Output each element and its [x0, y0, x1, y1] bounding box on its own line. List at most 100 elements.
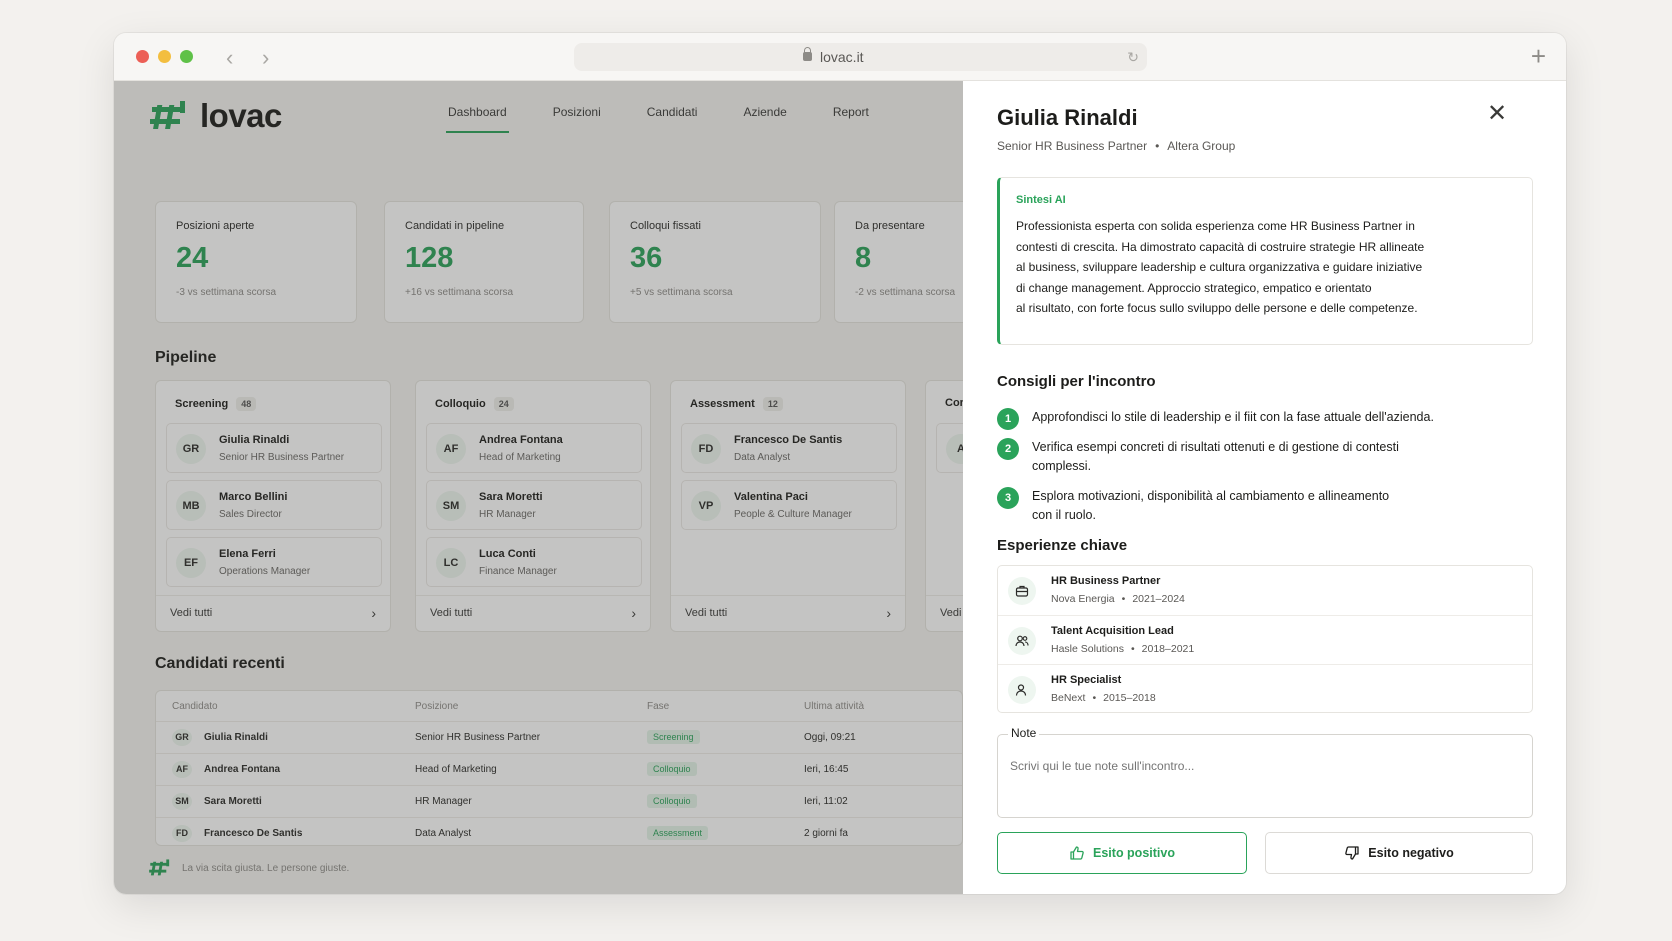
table-row[interactable]: GR Giulia Rinaldi Senior HR Business Par… [156, 721, 962, 753]
candidate-card[interactable]: GR Giulia Rinaldi Senior HR Business Partn… [166, 423, 382, 473]
candidate-name: Marco Bellini [219, 491, 288, 503]
pipeline-column-screening: Screening 48 GR Giulia Rinaldi Senior HR Bu… [155, 380, 391, 632]
candidate-card[interactable]: MB Marco Bellini Sales Director [166, 480, 382, 530]
candidate-role: People & Culture Manager [734, 509, 852, 520]
avatar: MB [176, 491, 206, 521]
ai-line: al business, sviluppare leadership e cul… [1016, 260, 1423, 274]
kpi-card-candidati[interactable]: Candidati in pipeline 128 +16 vs settima… [384, 201, 584, 323]
kpi-value: 128 [405, 242, 454, 274]
notes-label: Note [1008, 726, 1040, 740]
column-count: 24 [493, 397, 514, 411]
candidate-card[interactable]: FD Francesco De Santis Data Analyst [681, 423, 897, 473]
experiences-list: HR Business Partner Nova Energia • 2021–20… [997, 565, 1533, 713]
candidate-card[interactable]: SM Sara Moretti HR Manager [426, 480, 642, 530]
candidate-role: Head of Marketing [479, 452, 561, 463]
ai-line: Professionista esperta con solida esperi… [1016, 219, 1415, 233]
footer-tagline: La via scita giusta. Le persone giuste. [182, 862, 350, 874]
new-tab-icon[interactable]: + [1531, 41, 1546, 72]
ai-line: contesti di crescita. Ha dimostrato capa… [1016, 239, 1425, 254]
tip-item: 1 Approfondisci lo stile di leadership e … [997, 408, 1533, 430]
reload-icon[interactable]: ↻ [1127, 49, 1139, 66]
lock-icon [803, 47, 812, 61]
nav-dashboard[interactable]: Dashboard [446, 105, 509, 133]
user-icon [1008, 676, 1036, 704]
negative-outcome-label: Esito negativo [1368, 846, 1454, 860]
address-bar[interactable]: lovac.it ↻ [574, 43, 1147, 71]
row-position: Head of Marketing [415, 764, 497, 775]
kpi-delta: +5 vs settimana scorsa [630, 287, 733, 298]
close-icon[interactable]: ✕ [1486, 102, 1508, 126]
status-badge: Colloquio [647, 762, 697, 776]
see-all-label: Vedi tutti [170, 607, 213, 619]
back-arrow-icon[interactable]: ‹ [226, 45, 233, 71]
experience-company: Hasle Solutions [1051, 643, 1124, 655]
avatar: LC [436, 548, 466, 578]
row-activity: 2 giorni fa [804, 828, 848, 839]
column-count: 12 [762, 397, 783, 411]
nav-posizioni[interactable]: Posizioni [553, 105, 601, 119]
thumbs-down-icon [1345, 846, 1359, 860]
close-window-button[interactable] [136, 50, 149, 63]
tip-text: con il ruolo. [1032, 508, 1096, 522]
table-row[interactable]: SM Sara Moretti HR Manager Colloquio Ier… [156, 785, 962, 817]
tip-number: 3 [997, 487, 1019, 509]
candidate-name: Giulia Rinaldi [219, 434, 290, 446]
experience-item: Talent Acquisition Lead Hasle Solutions •… [998, 615, 1532, 664]
notes-field[interactable] [997, 734, 1533, 818]
candidate-card[interactable]: AF Andrea Fontana Head of Marketing [426, 423, 642, 473]
candidate-name: Valentina Paci [734, 491, 808, 503]
maximize-window-button[interactable] [180, 50, 193, 63]
thumbs-up-icon [1070, 846, 1084, 860]
tip-number: 1 [997, 408, 1019, 430]
tip-text: Verifica esempi concreti di risultati ot… [1032, 440, 1399, 454]
kpi-label: Candidati in pipeline [405, 220, 505, 232]
negative-outcome-button[interactable]: Esito negativo [1265, 832, 1533, 874]
column-count: 48 [236, 397, 257, 411]
row-activity: Ieri, 11:02 [804, 796, 848, 807]
browser-window: ‹ › lovac.it ↻ + lovac Dashboard Posizio… [114, 33, 1566, 894]
kpi-delta: -3 vs settimana scorsa [176, 287, 277, 298]
row-activity: Oggi, 09:21 [804, 732, 856, 743]
avatar: FD [691, 434, 721, 464]
table-row[interactable]: AF Andrea Fontana Head of Marketing Coll… [156, 753, 962, 785]
candidate-card[interactable]: LC Luca Conti Finance Manager [426, 537, 642, 587]
kpi-card-colloqui[interactable]: Colloqui fissati 36 +5 vs settimana scor… [609, 201, 821, 323]
header-candidato: Candidato [172, 701, 218, 712]
avatar: GR [176, 434, 206, 464]
positive-outcome-button[interactable]: Esito positivo [997, 832, 1247, 874]
table-row[interactable]: FD Francesco De Santis Data Analyst Asse… [156, 817, 962, 845]
row-activity: Ieri, 16:45 [804, 764, 849, 775]
row-position: HR Manager [415, 796, 472, 807]
nav-aziende[interactable]: Aziende [743, 105, 786, 119]
kpi-value: 24 [176, 242, 209, 274]
see-all-label: Vedi tutti [685, 607, 728, 619]
experience-company: BeNext [1051, 692, 1086, 704]
see-all-link[interactable]: Vedi tutti › [416, 595, 650, 631]
dashboard: lovac Dashboard Posizioni Candidati Azie… [114, 81, 994, 894]
candidate-role: Data Analyst [734, 452, 791, 463]
tip-item: 2 Verifica esempi concreti di risultati o… [997, 438, 1533, 476]
avatar: GR [172, 729, 192, 746]
avatar: EF [176, 548, 206, 578]
experience-years: 2015–2018 [1103, 692, 1156, 704]
logo[interactable]: lovac [148, 97, 282, 135]
header-posizione: Posizione [415, 701, 459, 712]
candidate-card[interactable]: EF Elena Ferri Operations Manager [166, 537, 382, 587]
tip-text: Approfondisci lo stile di leadership e i… [1032, 410, 1434, 424]
status-badge: Assessment [647, 826, 709, 840]
see-all-link[interactable]: Vedi tutti › [156, 595, 390, 631]
nav-report[interactable]: Report [833, 105, 869, 119]
nav-candidati[interactable]: Candidati [647, 105, 698, 119]
experience-role: Talent Acquisition Lead [1051, 625, 1174, 637]
minimize-window-button[interactable] [158, 50, 171, 63]
ai-summary: Sintesi AI Professionista esperta con so… [997, 177, 1533, 345]
candidate-card[interactable]: VP Valentina Paci People & Culture Manager [681, 480, 897, 530]
column-title: Screening [175, 398, 229, 410]
tip-number: 2 [997, 438, 1019, 460]
recent-candidates-table: Candidato Posizione Fase Ultima attività… [155, 690, 963, 846]
footer: La via scita giusta. Le persone giuste. [148, 859, 349, 877]
candidate-name: Giulia Rinaldi [997, 105, 1138, 130]
forward-arrow-icon[interactable]: › [262, 45, 269, 71]
kpi-card-posizioni[interactable]: Posizioni aperte 24 -3 vs settimana scor… [155, 201, 357, 323]
see-all-link[interactable]: Vedi tutti › [671, 595, 905, 631]
